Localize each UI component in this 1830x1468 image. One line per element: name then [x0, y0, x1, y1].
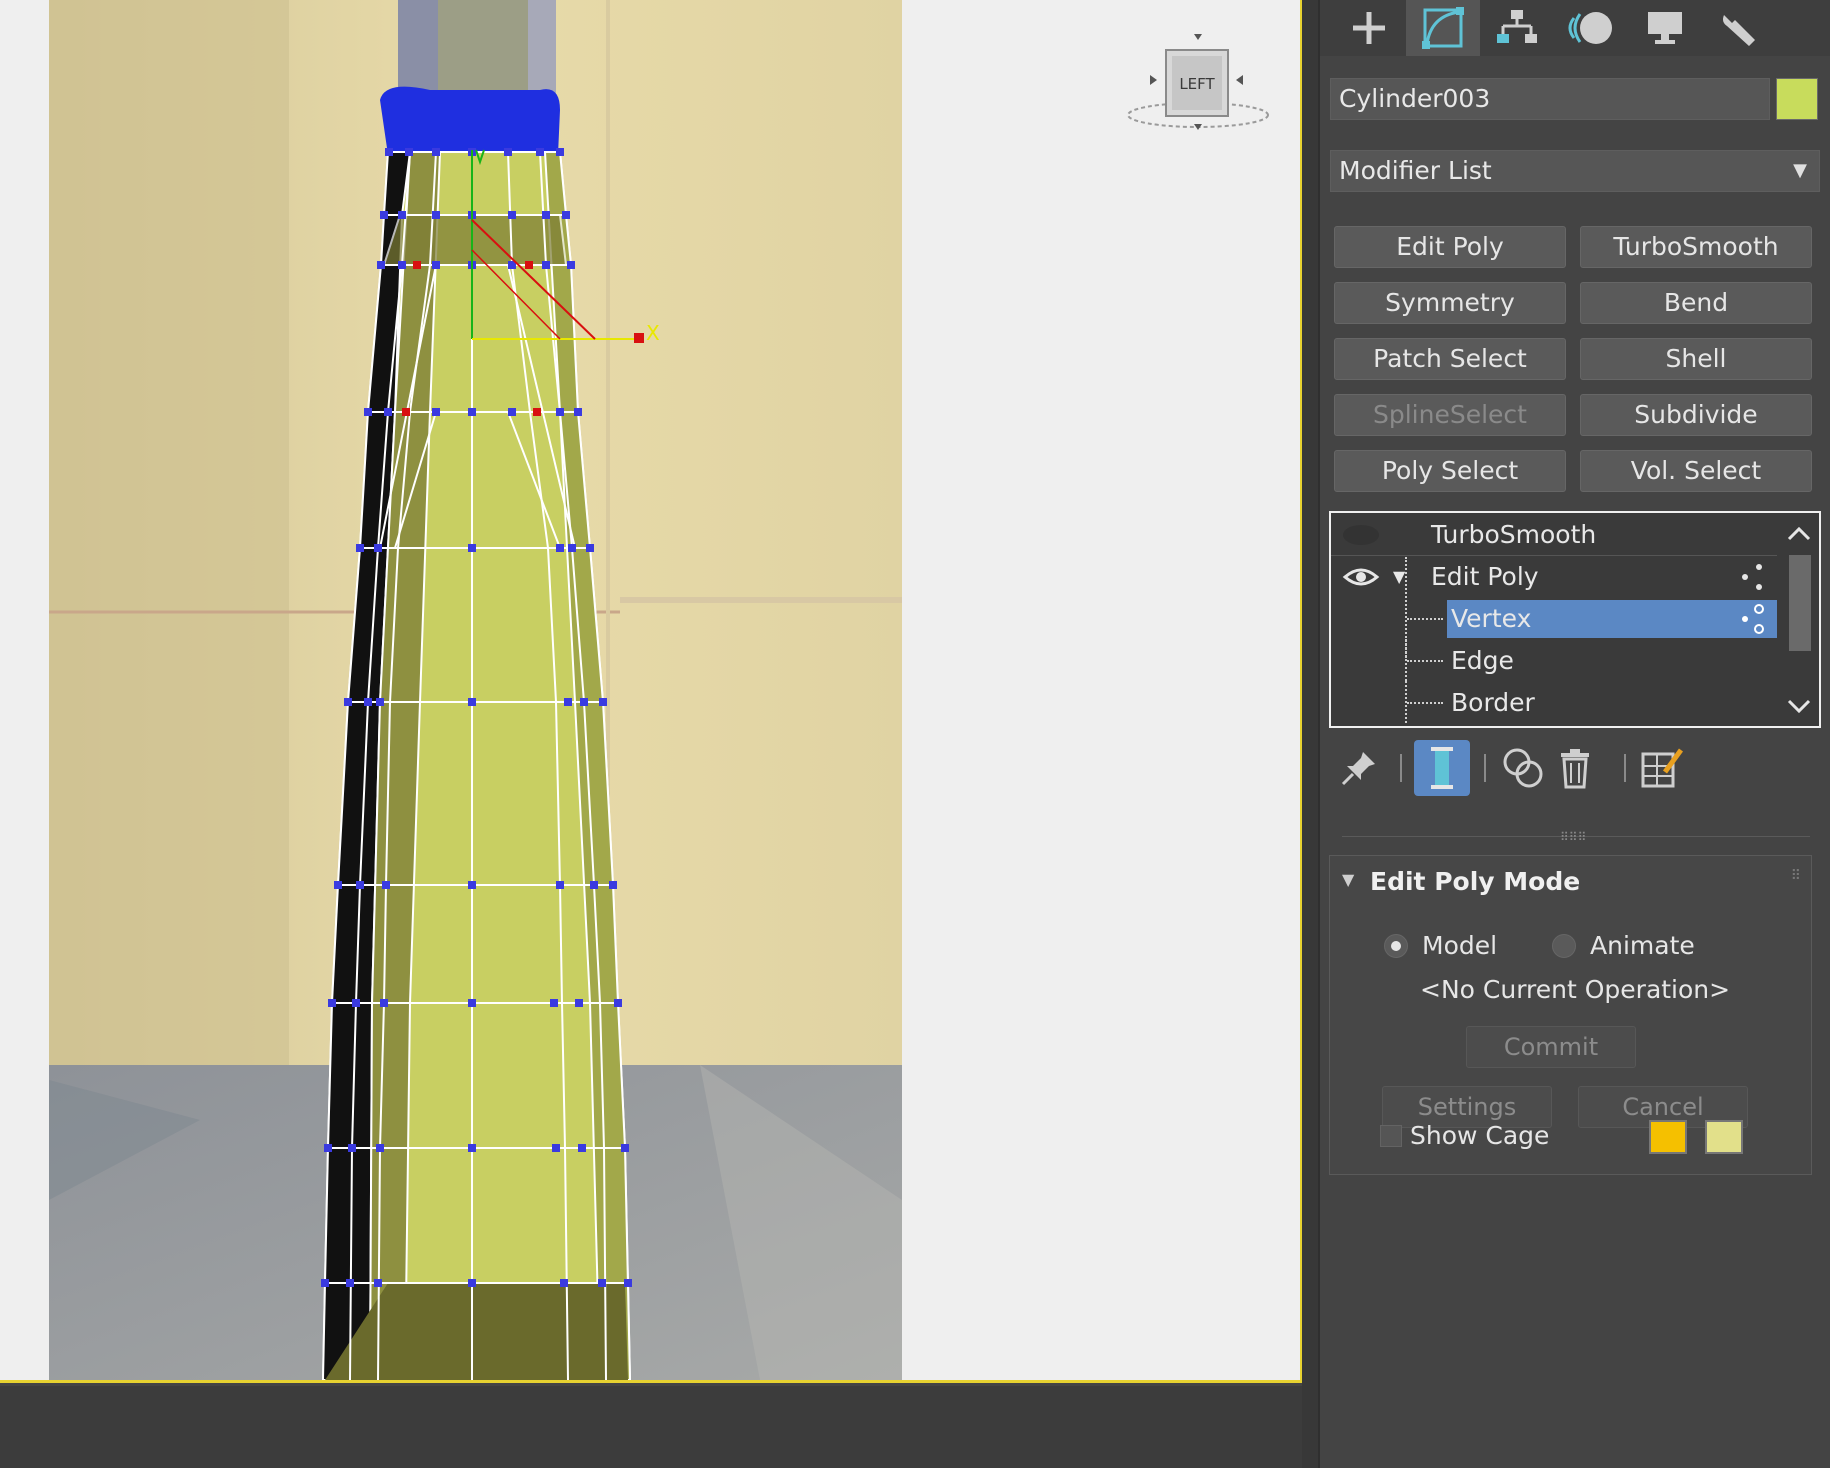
stack-scrollbar[interactable] [1779, 513, 1819, 726]
panel-resize-grip[interactable]: ⠿⠿⠿ [1560, 830, 1586, 844]
cage-color-swatch-1[interactable] [1649, 1120, 1687, 1154]
rollout-collapse-icon[interactable]: ▼ [1342, 870, 1354, 889]
tab-utilities[interactable] [1702, 0, 1776, 56]
motion-icon [1568, 12, 1612, 44]
scroll-up-icon[interactable] [1779, 515, 1819, 555]
model-label: Model [1422, 931, 1498, 960]
modifier-stack[interactable]: TurboSmooth ▼ Edit Poly Vertex Edge Bord… [1329, 511, 1821, 728]
cage-color-swatch-2[interactable] [1705, 1120, 1743, 1154]
show-cage-checkbox[interactable] [1380, 1125, 1402, 1147]
stack-item-label: Vertex [1451, 604, 1532, 633]
stack-item-label: Edge [1451, 646, 1514, 675]
spline-select-button[interactable]: SplineSelect [1334, 394, 1566, 436]
viewcube-face-label: LEFT [1179, 75, 1215, 93]
remove-modifier-icon[interactable] [1550, 740, 1600, 796]
stack-item-edge[interactable]: Edge [1331, 639, 1777, 681]
modifier-list-dropdown[interactable]: Modifier List ▼ [1330, 150, 1820, 192]
stack-item-vertex[interactable]: Vertex [1331, 557, 1777, 661]
commit-button[interactable]: Commit [1466, 1026, 1636, 1068]
stack-item-turbosmooth[interactable]: TurboSmooth [1331, 515, 1777, 555]
stack-toolbar [1320, 740, 1830, 800]
pin-stack-icon[interactable] [1334, 740, 1384, 796]
rollout-drag-handle-icon[interactable]: ⠿ [1791, 868, 1801, 884]
scroll-down-icon[interactable] [1779, 685, 1819, 725]
symmetry-button[interactable]: Symmetry [1334, 282, 1566, 324]
panel-divider[interactable] [1302, 0, 1318, 1468]
bottle-cap [380, 0, 560, 155]
stack-item-border[interactable]: Border [1331, 681, 1777, 723]
tab-modify[interactable] [1406, 0, 1480, 56]
command-panel-tabs [1320, 0, 1830, 56]
configure-modifier-sets-icon[interactable] [1636, 740, 1686, 796]
modifier-list-label: Modifier List [1339, 156, 1492, 185]
command-panel: Cylinder003 Modifier List ▼ Edit Poly Tu… [1320, 0, 1830, 1468]
plus-icon [1353, 12, 1385, 44]
wrench-icon [1723, 12, 1755, 46]
stack-item-label: TurboSmooth [1431, 520, 1597, 549]
stack-item-edit-poly[interactable]: ▼ Edit Poly [1331, 557, 1777, 597]
rollout-title[interactable]: Edit Poly Mode [1370, 862, 1580, 902]
viewcube[interactable]: LEFT [1118, 30, 1278, 150]
chevron-down-icon: ▼ [1793, 160, 1807, 181]
edit-poly-button[interactable]: Edit Poly [1334, 226, 1566, 268]
tab-motion[interactable] [1554, 0, 1628, 56]
show-end-result-icon[interactable] [1414, 740, 1470, 796]
stack-item-label: Border [1451, 688, 1535, 717]
tab-hierarchy[interactable] [1480, 0, 1554, 56]
shell-button[interactable]: Shell [1580, 338, 1812, 380]
vol-select-button[interactable]: Vol. Select [1580, 450, 1812, 492]
model-radio[interactable] [1384, 934, 1408, 958]
viewport-scene[interactable]: X [0, 0, 1302, 1383]
display-monitor-icon [1648, 12, 1682, 44]
object-color-swatch[interactable] [1776, 78, 1818, 120]
current-operation-text: <No Current Operation> [1420, 975, 1731, 1004]
poly-select-button[interactable]: Poly Select [1334, 450, 1566, 492]
viewport-bottom-bar [0, 1386, 1302, 1468]
animate-label: Animate [1590, 931, 1695, 960]
tab-display[interactable] [1628, 0, 1702, 56]
tab-create[interactable] [1332, 0, 1406, 56]
animate-radio[interactable] [1552, 934, 1576, 958]
stack-scroll-thumb[interactable] [1789, 555, 1811, 651]
hierarchy-icon [1497, 10, 1537, 43]
patch-select-button[interactable]: Patch Select [1334, 338, 1566, 380]
viewport-left[interactable]: X LEFT [0, 0, 1302, 1383]
subdivide-button[interactable]: Subdivide [1580, 394, 1812, 436]
bend-button[interactable]: Bend [1580, 282, 1812, 324]
make-unique-icon[interactable] [1498, 740, 1548, 796]
modify-curve-icon [1422, 7, 1464, 49]
edit-poly-mode-rollout: ▼ Edit Poly Mode ⠿ Model Animate <No Cur… [1329, 855, 1812, 1175]
gizmo-x-label: X [646, 321, 660, 345]
show-cage-label: Show Cage [1410, 1121, 1550, 1150]
expand-triangle-icon[interactable]: ▼ [1393, 557, 1405, 597]
object-name-field[interactable]: Cylinder003 [1330, 78, 1770, 120]
turbosmooth-button[interactable]: TurboSmooth [1580, 226, 1812, 268]
stack-item-label: Edit Poly [1431, 562, 1539, 591]
